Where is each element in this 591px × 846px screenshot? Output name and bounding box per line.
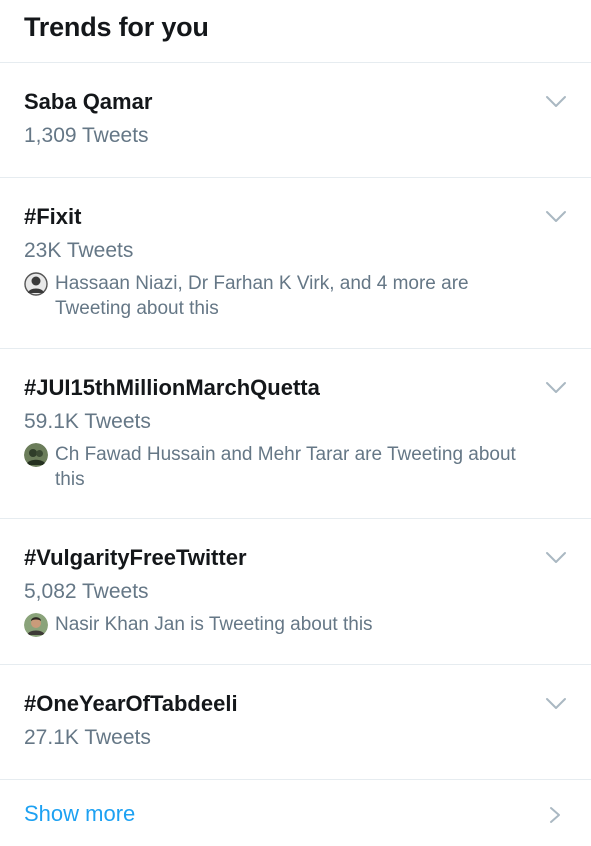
trend-context-text: Ch Fawad Hussain and Mehr Tarar are Twee… [55, 444, 516, 490]
trend-tweet-count: 5,082 Tweets [24, 580, 149, 603]
user-avatar-icon [24, 272, 48, 296]
chevron-down-icon[interactable] [545, 697, 567, 711]
trend-item[interactable]: #JUI15thMillionMarchQuetta 59.1K Tweets … [0, 349, 591, 519]
page-title: Trends for you [24, 12, 209, 42]
trend-name: #Fixit [24, 204, 82, 229]
chevron-down-icon[interactable] [545, 210, 567, 224]
trend-name: #VulgarityFreeTwitter [24, 545, 247, 570]
user-avatar-icon [24, 613, 48, 637]
trend-name: #JUI15thMillionMarchQuetta [24, 375, 320, 400]
trend-tweet-count: 59.1K Tweets [24, 410, 151, 433]
chevron-down-icon[interactable] [545, 381, 567, 395]
trend-context-text: Hassaan Niazi, Dr Farhan K Virk, and 4 m… [55, 273, 469, 319]
trend-item[interactable]: #VulgarityFreeTwitter 5,082 Tweets Nasir… [0, 519, 591, 665]
user-avatar-icon [24, 443, 48, 467]
show-more-link[interactable]: Show more [24, 800, 567, 828]
trend-tweet-count: 23K Tweets [24, 239, 134, 262]
trend-context: Hassaan Niazi, Dr Farhan K Virk, and 4 m… [24, 271, 567, 321]
show-more-row[interactable]: Show more [0, 780, 591, 846]
trend-context: Ch Fawad Hussain and Mehr Tarar are Twee… [24, 442, 567, 492]
chevron-down-icon[interactable] [545, 95, 567, 109]
trend-name: #OneYearOfTabdeeli [24, 691, 238, 716]
trend-tweet-count: 27.1K Tweets [24, 726, 151, 749]
trend-tweet-count: 1,309 Tweets [24, 124, 149, 147]
trend-item[interactable]: Saba Qamar 1,309 Tweets [0, 63, 591, 178]
trend-name: Saba Qamar [24, 89, 153, 114]
trend-item[interactable]: #Fixit 23K Tweets Hassaan Niazi, Dr Farh… [0, 178, 591, 349]
chevron-down-icon[interactable] [545, 551, 567, 565]
trends-header: Trends for you [0, 0, 591, 63]
trend-context-text: Nasir Khan Jan is Tweeting about this [55, 614, 373, 635]
trend-item[interactable]: #OneYearOfTabdeeli 27.1K Tweets [0, 665, 591, 780]
trends-panel: Trends for you Saba Qamar 1,309 Tweets #… [0, 0, 591, 846]
chevron-right-icon [550, 807, 560, 823]
trend-context: Nasir Khan Jan is Tweeting about this [24, 612, 567, 637]
